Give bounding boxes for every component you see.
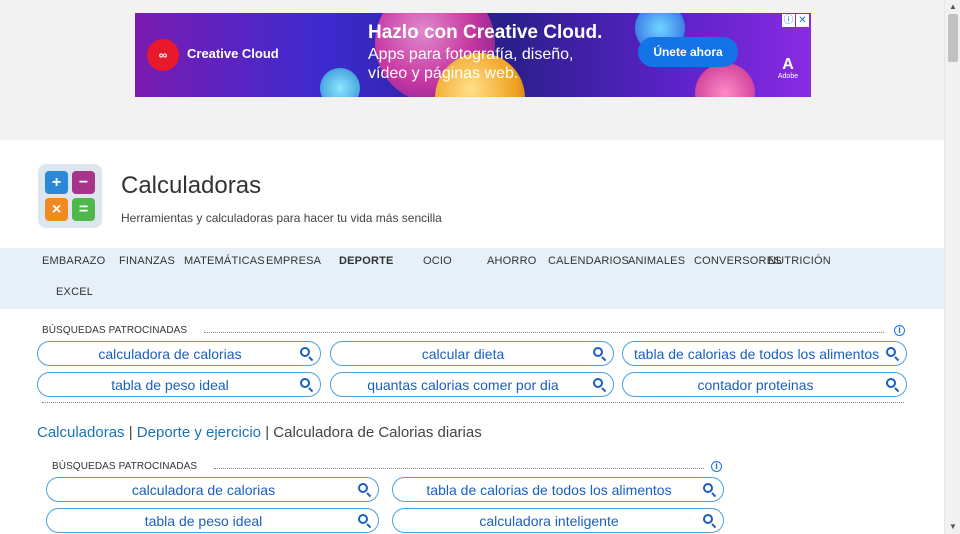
sponsored-searches-top: BÚSQUEDAS PATROCINADAS i calculadora de … [37, 325, 908, 403]
ad-close-icon[interactable]: ✕ [796, 14, 809, 27]
sponsored-pill[interactable]: tabla de calorias de todos los alimentos [392, 477, 724, 502]
nav-item-nutricion[interactable]: NUTRICIÓN [768, 255, 831, 267]
creative-cloud-logo-icon: ∞ [147, 39, 179, 71]
sponsored-pill[interactable]: tabla de peso ideal [46, 508, 379, 533]
sponsored-pill[interactable]: contador proteinas [622, 372, 907, 397]
info-icon[interactable]: i [894, 325, 905, 336]
ad-info-icon[interactable]: ⓘ [782, 14, 795, 27]
nav-item-excel[interactable]: EXCEL [56, 286, 93, 298]
breadcrumb-current: Calculadora de Calorias diarias [273, 424, 482, 441]
ad-banner[interactable]: ∞ Creative Cloud Hazlo con Creative Clou… [135, 13, 811, 97]
ad-decoration [320, 68, 360, 97]
ad-subline: Apps para fotografía, diseño, vídeo y pá… [368, 46, 574, 82]
site-logo[interactable]: + − × = [38, 164, 102, 228]
sponsored-pill[interactable]: tabla de calorias de todos los alimentos [622, 341, 907, 366]
search-icon [593, 378, 603, 388]
nav-item-ahorro[interactable]: AHORRO [487, 255, 536, 267]
sponsored-pill[interactable]: calculadora de calorias [46, 477, 379, 502]
nav-item-embarazo[interactable]: EMBARAZO [42, 255, 105, 267]
breadcrumb: Calculadoras | Deporte y ejercicio | Cal… [37, 424, 482, 441]
search-icon [886, 378, 896, 388]
nav-item-calendarios[interactable]: CALENDARIOS [548, 255, 629, 267]
breadcrumb-home[interactable]: Calculadoras [37, 424, 125, 441]
nav-item-empresa[interactable]: EMPRESA [266, 255, 321, 267]
sponsored-searches-bottom: BÚSQUEDAS PATROCINADAS i calculadora de … [46, 461, 724, 534]
search-icon [886, 347, 896, 357]
sponsored-pill[interactable]: calcular dieta [330, 341, 614, 366]
adobe-logo: A Adobe [775, 57, 801, 87]
sponsored-label: BÚSQUEDAS PATROCINADAS [52, 461, 198, 472]
sponsored-label: BÚSQUEDAS PATROCINADAS [42, 325, 188, 336]
ad-choices[interactable]: ⓘ ✕ [782, 14, 809, 27]
divider [204, 332, 884, 333]
main-nav: EMBARAZO FINANZAS MATEMÁTICAS EMPRESA DE… [0, 248, 944, 309]
search-icon [300, 378, 310, 388]
scroll-up-icon[interactable]: ▲ [945, 0, 960, 14]
site-title[interactable]: Calculadoras [121, 172, 261, 200]
info-icon[interactable]: i [711, 461, 722, 472]
sponsored-pill[interactable]: calculadora de calorias [37, 341, 321, 366]
ad-brand: Creative Cloud [187, 46, 279, 61]
divider [214, 468, 704, 469]
ad-cta-button[interactable]: Únete ahora [638, 37, 738, 67]
ad-decoration [695, 63, 755, 97]
nav-item-animales[interactable]: ANIMALES [628, 255, 685, 267]
minus-icon: − [72, 171, 95, 194]
sponsored-pill[interactable]: tabla de peso ideal [37, 372, 321, 397]
search-icon [358, 483, 368, 493]
times-icon: × [45, 198, 68, 221]
nav-item-ocio[interactable]: OCIO [423, 255, 452, 267]
search-icon [358, 514, 368, 524]
site-tagline: Herramientas y calculadoras para hacer t… [121, 211, 442, 225]
plus-icon: + [45, 171, 68, 194]
scroll-down-icon[interactable]: ▼ [945, 520, 960, 534]
nav-item-finanzas[interactable]: FINANZAS [119, 255, 175, 267]
adobe-logo-icon: A [782, 56, 794, 73]
nav-item-matematicas[interactable]: MATEMÁTICAS [184, 255, 265, 267]
sponsored-pill[interactable]: calculadora inteligente [392, 508, 724, 533]
breadcrumb-section[interactable]: Deporte y ejercicio [137, 424, 261, 441]
search-icon [703, 483, 713, 493]
ad-headline: Hazlo con Creative Cloud. [368, 22, 603, 43]
page-scrollbar[interactable]: ▲ ▼ [944, 0, 960, 534]
nav-item-deporte[interactable]: DEPORTE [339, 255, 394, 267]
scrollbar-thumb[interactable] [948, 14, 958, 62]
divider [42, 402, 904, 403]
sponsored-pill[interactable]: quantas calorias comer por dia [330, 372, 614, 397]
equals-icon: = [72, 198, 95, 221]
search-icon [703, 514, 713, 524]
main-panel: + − × = Calculadoras Herramientas y calc… [0, 140, 944, 534]
search-icon [300, 347, 310, 357]
search-icon [593, 347, 603, 357]
